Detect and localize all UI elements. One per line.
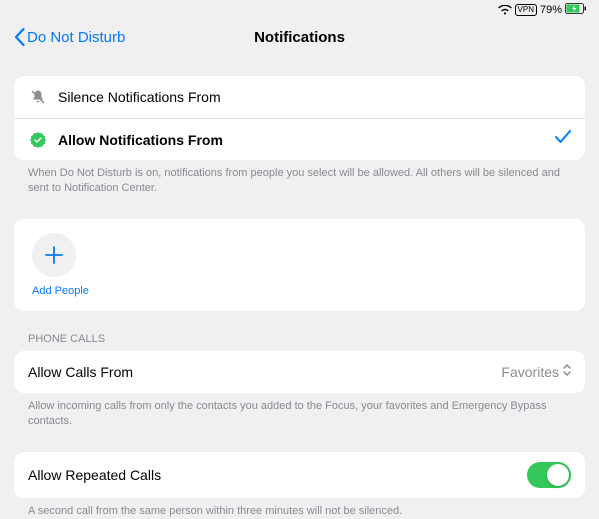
notification-mode-group: Silence Notifications From Allow Notific…	[14, 76, 585, 160]
wifi-icon	[498, 4, 512, 16]
vpn-indicator: VPN	[515, 4, 537, 16]
add-people-label: Add People	[32, 285, 567, 297]
chevron-left-icon	[14, 28, 25, 46]
allow-calls-group: Allow Calls From Favorites	[14, 351, 585, 393]
repeated-calls-group: Allow Repeated Calls	[14, 452, 585, 498]
allow-label: Allow Notifications From	[58, 132, 547, 148]
add-people-group: Add People	[14, 219, 585, 311]
allow-calls-label: Allow Calls From	[28, 364, 501, 380]
battery-percentage: 79%	[540, 4, 562, 16]
battery-icon	[565, 3, 587, 17]
phone-calls-header: Phone Calls	[14, 333, 585, 351]
status-bar: VPN 79%	[0, 0, 599, 20]
back-button[interactable]: Do Not Disturb	[14, 28, 125, 46]
allow-notifications-row[interactable]: Allow Notifications From	[14, 118, 585, 160]
repeated-calls-label: Allow Repeated Calls	[28, 467, 527, 483]
silence-label: Silence Notifications From	[58, 89, 571, 105]
updown-chevron-icon	[563, 363, 571, 380]
nav-header: Do Not Disturb Notifications	[0, 20, 599, 58]
page-title: Notifications	[254, 29, 345, 46]
repeated-calls-footer: A second call from the same person withi…	[14, 498, 585, 519]
allow-calls-value: Favorites	[501, 364, 559, 380]
checkmark-icon	[555, 130, 571, 149]
checkmark-seal-icon	[28, 132, 48, 148]
allow-repeated-calls-row: Allow Repeated Calls	[14, 452, 585, 498]
repeated-calls-toggle[interactable]	[527, 462, 571, 488]
allow-calls-from-row[interactable]: Allow Calls From Favorites	[14, 351, 585, 393]
notification-mode-footer: When Do Not Disturb is on, notifications…	[14, 160, 585, 197]
bell-slash-icon	[28, 89, 48, 105]
back-label: Do Not Disturb	[27, 29, 125, 46]
toggle-knob	[547, 464, 569, 486]
silence-notifications-row[interactable]: Silence Notifications From	[14, 76, 585, 118]
add-people-button[interactable]	[32, 233, 76, 277]
allow-calls-footer: Allow incoming calls from only the conta…	[14, 393, 585, 430]
plus-icon	[44, 245, 64, 265]
